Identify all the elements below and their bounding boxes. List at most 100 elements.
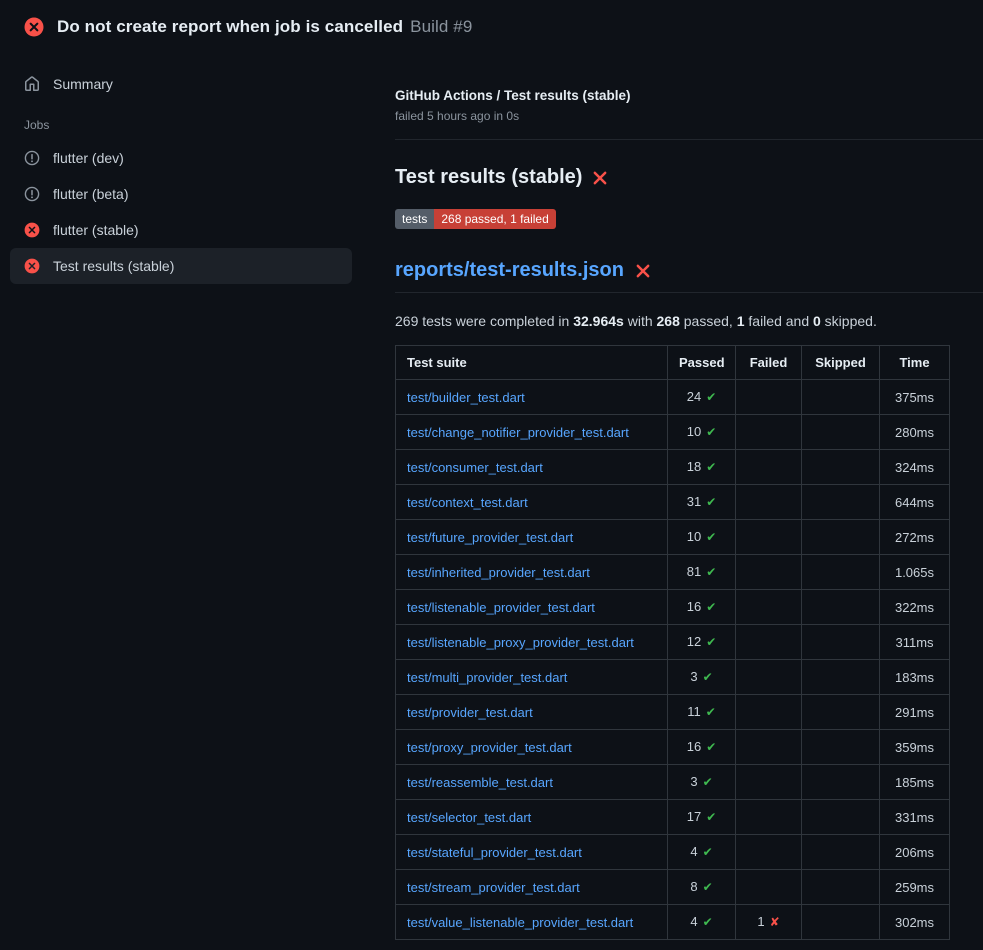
time-cell: 644ms: [880, 485, 950, 520]
test-suite-cell: test/listenable_proxy_provider_test.dart: [396, 625, 668, 660]
test-suite-cell: test/builder_test.dart: [396, 380, 668, 415]
report-link[interactable]: reports/test-results.json: [395, 259, 624, 282]
check-icon: ✔: [703, 845, 713, 859]
test-suite-cell: test/inherited_provider_test.dart: [396, 555, 668, 590]
badge-value: 268 passed, 1 failed: [434, 209, 555, 229]
summary-duration: 32.964s: [573, 313, 624, 329]
time-cell: 324ms: [880, 450, 950, 485]
passed-cell: 8✔: [668, 870, 736, 905]
sidebar-item-flutter-stable[interactable]: flutter (stable): [10, 212, 352, 248]
check-icon: ✔: [706, 600, 716, 614]
check-icon: ✔: [706, 740, 716, 754]
test-suite-link[interactable]: test/proxy_provider_test.dart: [407, 740, 572, 755]
column-header-failed: Failed: [736, 346, 802, 380]
test-suite-link[interactable]: test/consumer_test.dart: [407, 460, 543, 475]
test-suite-link[interactable]: test/context_test.dart: [407, 495, 528, 510]
column-header-test-suite: Test suite: [396, 346, 668, 380]
table-header-row: Test suite Passed Failed Skipped Time: [396, 346, 950, 380]
sidebar: Summary Jobs flutter (dev) flut: [0, 52, 395, 284]
test-suite-cell: test/consumer_test.dart: [396, 450, 668, 485]
check-icon: ✔: [703, 915, 713, 929]
check-icon: ✔: [706, 565, 716, 579]
badge-label: tests: [395, 209, 434, 229]
check-icon: ✔: [703, 880, 713, 894]
passed-cell: 3✔: [668, 660, 736, 695]
section-title-text: Test results (stable): [395, 166, 582, 189]
test-suite-link[interactable]: test/reassemble_test.dart: [407, 775, 553, 790]
passed-cell: 12✔: [668, 625, 736, 660]
skipped-cell: [802, 695, 880, 730]
run-title: Do not create report when job is cancell…: [57, 17, 403, 36]
test-result-row: test/value_listenable_provider_test.dart…: [396, 905, 950, 940]
test-suite-link[interactable]: test/listenable_provider_test.dart: [407, 600, 595, 615]
test-result-row: test/builder_test.dart24✔375ms: [396, 380, 950, 415]
test-result-row: test/stateful_provider_test.dart4✔206ms: [396, 835, 950, 870]
test-suite-link[interactable]: test/provider_test.dart: [407, 705, 533, 720]
summary-text: 269 tests were completed in 32.964s with…: [395, 313, 983, 329]
summary-passed: 268: [657, 313, 680, 329]
test-suite-link[interactable]: test/listenable_proxy_provider_test.dart: [407, 635, 634, 650]
breadcrumb: GitHub Actions / Test results (stable): [395, 88, 983, 103]
home-icon: [24, 76, 40, 92]
check-icon: ✔: [703, 670, 713, 684]
sidebar-item-flutter-dev[interactable]: flutter (dev): [10, 140, 352, 176]
time-cell: 322ms: [880, 590, 950, 625]
test-suite-cell: test/context_test.dart: [396, 485, 668, 520]
build-number: Build #9: [410, 17, 472, 36]
divider: [395, 139, 983, 140]
test-suite-link[interactable]: test/multi_provider_test.dart: [407, 670, 567, 685]
test-result-row: test/reassemble_test.dart3✔185ms: [396, 765, 950, 800]
sidebar-item-flutter-beta[interactable]: flutter (beta): [10, 176, 352, 212]
test-suite-cell: test/multi_provider_test.dart: [396, 660, 668, 695]
sidebar-item-label: Summary: [53, 76, 113, 92]
skipped-cell: [802, 415, 880, 450]
sidebar-item-label: flutter (stable): [53, 222, 139, 238]
passed-cell: 10✔: [668, 415, 736, 450]
test-suite-link[interactable]: test/stateful_provider_test.dart: [407, 845, 582, 860]
test-suite-link[interactable]: test/inherited_provider_test.dart: [407, 565, 590, 580]
test-suite-link[interactable]: test/future_provider_test.dart: [407, 530, 573, 545]
test-suite-link[interactable]: test/change_notifier_provider_test.dart: [407, 425, 629, 440]
test-suite-link[interactable]: test/selector_test.dart: [407, 810, 531, 825]
test-suite-link[interactable]: test/stream_provider_test.dart: [407, 880, 580, 895]
passed-cell: 31✔: [668, 485, 736, 520]
time-cell: 206ms: [880, 835, 950, 870]
skipped-cell: [802, 730, 880, 765]
check-icon: ✔: [706, 390, 716, 404]
test-suite-cell: test/proxy_provider_test.dart: [396, 730, 668, 765]
skipped-cell: [802, 835, 880, 870]
column-header-passed: Passed: [668, 346, 736, 380]
sidebar-item-label: flutter (dev): [53, 150, 124, 166]
run-status-text: failed 5 hours ago in 0s: [395, 109, 983, 123]
skipped-cell: [802, 485, 880, 520]
test-suite-cell: test/listenable_provider_test.dart: [396, 590, 668, 625]
passed-cell: 18✔: [668, 450, 736, 485]
check-icon: ✔: [706, 705, 716, 719]
test-suite-link[interactable]: test/value_listenable_provider_test.dart: [407, 915, 633, 930]
failed-cell: [736, 660, 802, 695]
skipped-cell: [802, 625, 880, 660]
passed-cell: 10✔: [668, 520, 736, 555]
skipped-cell: [802, 870, 880, 905]
skipped-cell: [802, 905, 880, 940]
column-header-skipped: Skipped: [802, 346, 880, 380]
passed-cell: 4✔: [668, 905, 736, 940]
test-result-row: test/listenable_proxy_provider_test.dart…: [396, 625, 950, 660]
test-suite-cell: test/future_provider_test.dart: [396, 520, 668, 555]
test-suite-cell: test/stateful_provider_test.dart: [396, 835, 668, 870]
failed-cell: [736, 730, 802, 765]
sidebar-item-test-results-stable[interactable]: Test results (stable): [10, 248, 352, 284]
time-cell: 280ms: [880, 415, 950, 450]
test-result-row: test/multi_provider_test.dart 3✔ 183ms: [396, 660, 950, 695]
failed-cell: [736, 590, 802, 625]
time-cell: 359ms: [880, 730, 950, 765]
test-suite-link[interactable]: test/builder_test.dart: [407, 390, 525, 405]
sidebar-item-summary[interactable]: Summary: [10, 66, 352, 102]
time-cell: 183ms: [880, 660, 950, 695]
check-icon: ✔: [706, 635, 716, 649]
tests-badge: tests 268 passed, 1 failed: [395, 209, 556, 229]
time-cell: 1.065s: [880, 555, 950, 590]
failed-cell: [736, 695, 802, 730]
time-cell: 185ms: [880, 765, 950, 800]
test-suite-cell: test/reassemble_test.dart: [396, 765, 668, 800]
